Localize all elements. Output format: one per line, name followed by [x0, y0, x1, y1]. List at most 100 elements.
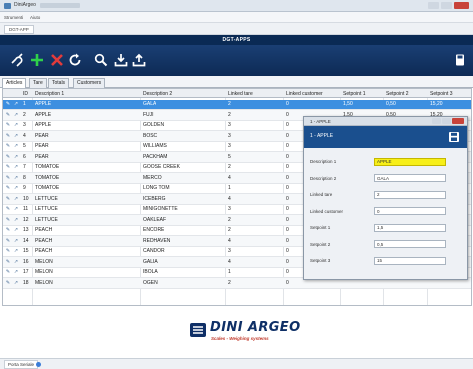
open-link-icon[interactable]: ↗: [13, 248, 19, 254]
field-input[interactable]: [374, 240, 446, 248]
cell-linked-customer: 0: [286, 185, 289, 191]
field-input[interactable]: [374, 174, 446, 182]
connect-button[interactable]: [8, 51, 26, 69]
refresh-button[interactable]: [66, 51, 84, 69]
edit-icon[interactable]: ✎: [5, 217, 11, 223]
open-link-icon[interactable]: ↗: [13, 259, 19, 265]
add-button[interactable]: [28, 51, 46, 69]
cell-description-2: ICEBERG: [143, 195, 166, 202]
edit-icon[interactable]: ✎: [5, 112, 11, 118]
edit-icon[interactable]: ✎: [5, 238, 11, 244]
dialog-titlebar: 1 - APPLE: [304, 117, 467, 126]
cell-linked-tare: 4: [228, 258, 231, 265]
dialog-maximize-button[interactable]: [442, 118, 451, 124]
search-button[interactable]: [92, 51, 110, 69]
cell-linked-customer: 0: [286, 122, 289, 128]
column-header-setpoint-1[interactable]: Setpoint 1: [343, 91, 366, 97]
cell-linked-customer: 0: [286, 143, 289, 149]
edit-icon[interactable]: ✎: [5, 227, 11, 233]
open-link-icon[interactable]: ↗: [13, 101, 19, 107]
serial-port-status[interactable]: Porta Seriale: [4, 360, 39, 369]
open-link-icon[interactable]: ↗: [13, 143, 19, 149]
field-input[interactable]: [374, 207, 446, 215]
statusbar: Porta Seriale: [0, 358, 473, 369]
menu-item-help[interactable]: Aiuto: [30, 15, 40, 20]
open-link-icon[interactable]: ↗: [13, 154, 19, 160]
open-link-icon[interactable]: ↗: [13, 217, 19, 223]
cell-linked-tare: 3: [228, 132, 231, 139]
minimize-button[interactable]: [428, 2, 439, 9]
edit-icon[interactable]: ✎: [5, 164, 11, 170]
edit-icon[interactable]: ✎: [5, 101, 11, 107]
edit-icon[interactable]: ✎: [5, 196, 11, 202]
menu-item-tools[interactable]: Strumenti: [4, 15, 23, 20]
open-link-icon[interactable]: ↗: [13, 185, 19, 191]
edit-icon[interactable]: ✎: [5, 269, 11, 275]
dialog-close-button[interactable]: [452, 118, 464, 124]
edit-icon[interactable]: ✎: [5, 143, 11, 149]
tab-tare[interactable]: Tare: [29, 78, 47, 88]
edit-icon[interactable]: ✎: [5, 259, 11, 265]
upload-button[interactable]: [130, 51, 148, 69]
save-button[interactable]: [451, 51, 469, 69]
download-button[interactable]: [112, 51, 130, 69]
cell-description-2: PACKHAM: [143, 153, 168, 160]
column-header-linked-customer[interactable]: Linked customer: [286, 91, 323, 97]
open-link-icon[interactable]: ↗: [13, 196, 19, 202]
cell-linked-customer: 0: [286, 269, 289, 275]
cell-description-2: REDHAVEN: [143, 237, 171, 244]
column-header-linked-tare[interactable]: Linked tare: [228, 91, 253, 97]
edit-icon[interactable]: ✎: [5, 280, 11, 286]
column-header-setpoint-2[interactable]: Setpoint 2: [386, 91, 409, 97]
field-input[interactable]: [374, 256, 446, 265]
column-header-id[interactable]: ID: [23, 91, 28, 97]
tab-totals[interactable]: Totals: [48, 78, 70, 88]
edit-icon[interactable]: ✎: [5, 175, 11, 181]
edit-icon[interactable]: ✎: [5, 206, 11, 212]
open-link-icon[interactable]: ↗: [13, 164, 19, 170]
open-link-icon[interactable]: ↗: [13, 206, 19, 212]
open-link-icon[interactable]: ↗: [13, 269, 19, 275]
cell-id: 11: [23, 206, 29, 212]
cell-description-2: OAKLEAF: [143, 216, 167, 223]
delete-button[interactable]: [48, 51, 66, 69]
open-link-icon[interactable]: ↗: [13, 122, 19, 128]
tab-articles[interactable]: Articles: [2, 78, 27, 88]
open-link-icon[interactable]: ↗: [13, 112, 19, 118]
cell-linked-tare: 2: [228, 279, 231, 286]
logo-brand-text: DINI ARGEO: [210, 320, 301, 335]
edit-icon[interactable]: ✎: [5, 185, 11, 191]
edit-icon[interactable]: ✎: [5, 122, 11, 128]
column-header-description-1[interactable]: Description 1: [35, 91, 64, 97]
open-link-icon[interactable]: ↗: [13, 227, 19, 233]
edit-icon[interactable]: ✎: [5, 154, 11, 160]
cell-id: 7: [23, 164, 26, 170]
column-header-setpoint-3[interactable]: Setpoint 3: [430, 91, 453, 97]
open-link-icon[interactable]: ↗: [13, 133, 19, 139]
dialog-window-title: 1 - APPLE: [310, 118, 331, 124]
dialog-save-icon[interactable]: [448, 131, 460, 143]
field-input[interactable]: [374, 223, 446, 232]
close-button[interactable]: [454, 2, 469, 9]
edit-icon[interactable]: ✎: [5, 133, 11, 139]
cell-setpoint-1: 1,50: [343, 101, 353, 107]
cell-linked-customer: 0: [286, 174, 289, 181]
tab-customers[interactable]: Customers: [73, 78, 106, 88]
toolbar: [0, 45, 473, 76]
edit-icon[interactable]: ✎: [5, 248, 11, 254]
maximize-button[interactable]: [441, 2, 452, 9]
field-input[interactable]: [374, 190, 446, 199]
form-row: Description 2: [304, 173, 467, 185]
open-link-icon[interactable]: ↗: [13, 280, 19, 286]
table-row[interactable]: ✎ ↗ 1 APPLE GALA 2 0 1,50 0,50 15,20: [3, 99, 471, 110]
open-link-icon[interactable]: ↗: [13, 175, 19, 181]
cell-description-1: PEAR: [35, 132, 49, 139]
cell-linked-tare: 2: [228, 111, 231, 118]
open-link-icon[interactable]: ↗: [13, 238, 19, 244]
column-header-description-2[interactable]: Description 2: [143, 91, 172, 97]
dini-argeo-logo-icon: [190, 323, 206, 337]
document-tab[interactable]: DGT-APP: [4, 25, 34, 34]
field-input[interactable]: [374, 157, 446, 166]
dialog-minimize-button[interactable]: [432, 118, 441, 124]
connection-indicator-icon: [36, 362, 41, 367]
